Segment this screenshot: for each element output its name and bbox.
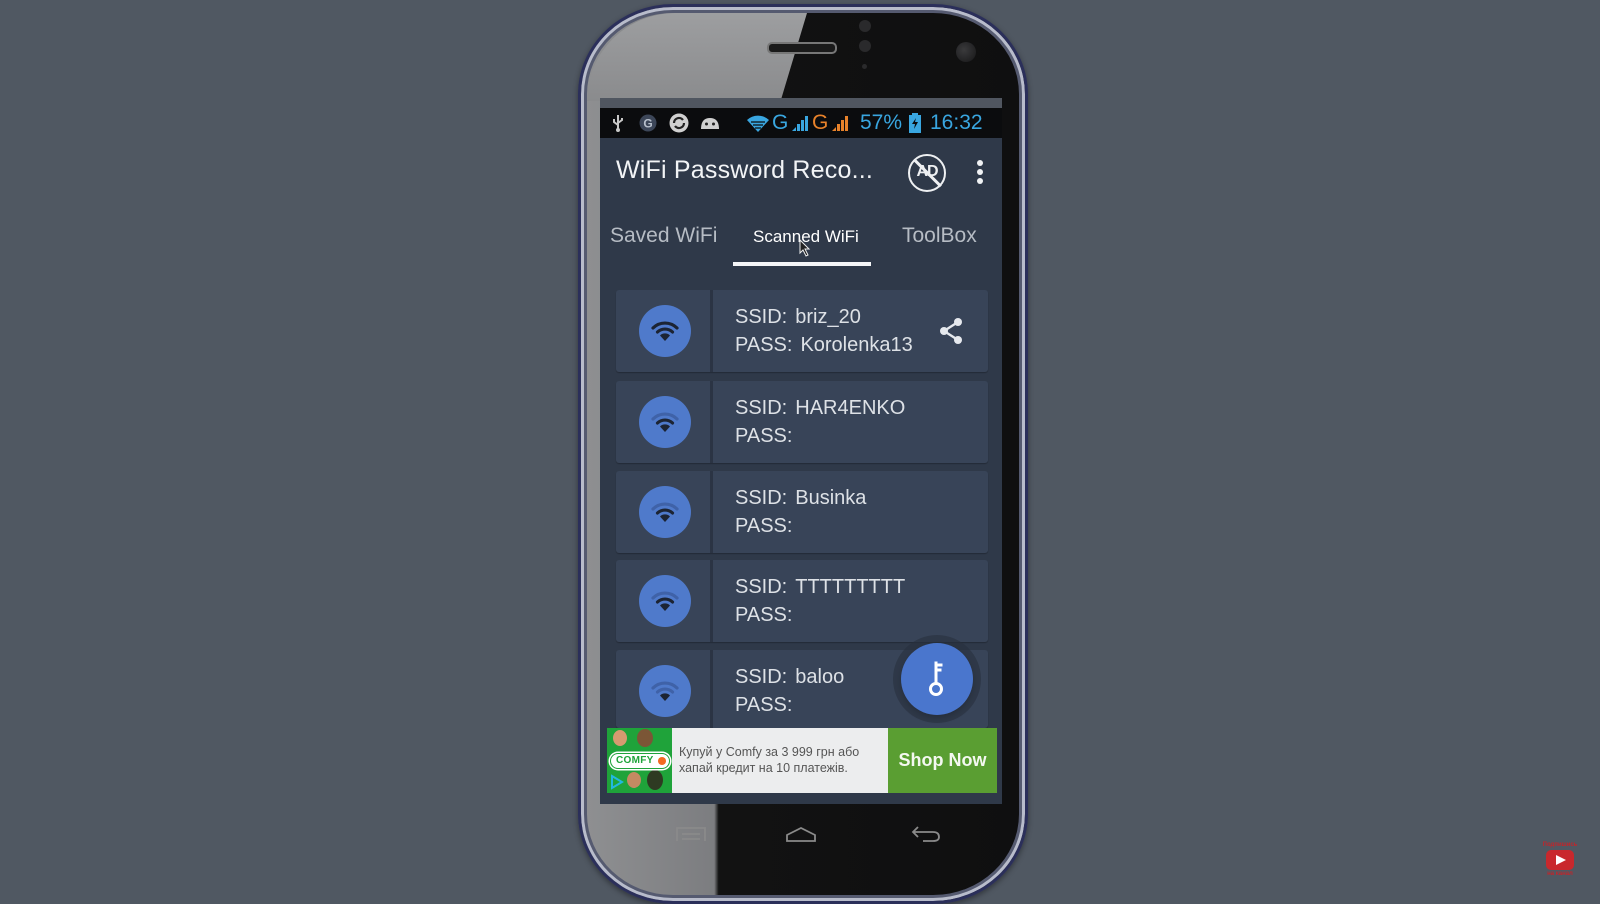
- wifi-signal-icon: [746, 108, 770, 138]
- ad-person-image: [627, 772, 641, 788]
- wifi-badge: [639, 486, 691, 538]
- more-vert-icon[interactable]: [976, 160, 984, 186]
- ssid-value: Businka: [795, 487, 867, 509]
- pass-label: PASS:: [735, 334, 793, 356]
- network-details: SSID: briz_20 PASS: Korolenka13: [735, 303, 913, 359]
- phone-speaker: [767, 42, 837, 54]
- usb-icon: [610, 108, 626, 138]
- remove-ads-button[interactable]: AD: [908, 154, 946, 192]
- network-card[interactable]: SSID: TTTTTTTTT PASS:: [616, 560, 988, 642]
- ad-banner[interactable]: COMFY Купуй у Comfy за 3 999 грн або хап…: [607, 728, 997, 793]
- ad-text-line: хапай кредит на 10 платежів.: [679, 761, 848, 775]
- svg-text:G: G: [643, 117, 652, 131]
- network-card[interactable]: SSID: briz_20 PASS: Korolenka13: [616, 290, 988, 372]
- play-store-icon: [611, 774, 624, 790]
- signal-strength-icon: [790, 108, 810, 138]
- wifi-badge: [639, 575, 691, 627]
- status-bar: G G G 57% 16:32: [600, 108, 1002, 138]
- network-details: SSID: Businka PASS:: [735, 484, 866, 540]
- share-icon[interactable]: [938, 317, 964, 345]
- phone-screen: G G G 57% 16:32 WiFi Password Reco... AD: [600, 98, 1002, 804]
- wifi-badge: [639, 305, 691, 357]
- active-tab-indicator: [733, 262, 871, 266]
- subscribe-label: Подпишись: [1542, 842, 1578, 848]
- ssid-value: HAR4ENKO: [795, 397, 906, 419]
- ssid-label: SSID:: [735, 487, 788, 509]
- android-icon: [698, 108, 722, 138]
- mouse-cursor-icon: [799, 239, 811, 257]
- ssid-label: SSID:: [735, 666, 788, 688]
- channel-label: на канал: [1547, 871, 1573, 877]
- network-card[interactable]: SSID: Businka PASS:: [616, 471, 988, 553]
- battery-percent: 57%: [860, 111, 903, 134]
- network-icon-column: [616, 471, 713, 553]
- phone-sensor: [862, 64, 867, 69]
- network-details: SSID: HAR4ENKO PASS:: [735, 394, 905, 450]
- wifi-badge: [639, 665, 691, 717]
- wifi-icon: [651, 502, 679, 522]
- wifi-icon: [651, 591, 679, 611]
- youtube-play-icon: [1546, 850, 1574, 870]
- ssid-value: TTTTTTTTT: [795, 576, 906, 598]
- ad-person-image: [647, 770, 663, 790]
- battery-charging-icon: [908, 108, 922, 138]
- network-icon-column: [616, 560, 713, 642]
- clock: 16:32: [930, 111, 983, 134]
- network-icon-column: [616, 381, 713, 463]
- youtube-subscribe-badge[interactable]: Подпишись на канал: [1537, 842, 1583, 884]
- back-icon[interactable]: [911, 826, 941, 842]
- network-details: SSID: TTTTTTTTT PASS:: [735, 573, 905, 629]
- comfy-logo: COMFY: [610, 753, 670, 769]
- nav-bar: [600, 804, 1002, 864]
- pass-label: PASS:: [735, 425, 793, 447]
- wifi-icon: [651, 412, 679, 432]
- pass-value: Korolenka13: [800, 334, 913, 356]
- phone-sensor: [859, 20, 871, 32]
- shop-now-button[interactable]: Shop Now: [888, 728, 997, 793]
- ad-text: Купуй у Comfy за 3 999 грн або хапай кре…: [679, 744, 889, 776]
- ssid-value: baloo: [795, 666, 845, 688]
- ssid-label: SSID:: [735, 306, 788, 328]
- network-icon-column: [616, 650, 713, 728]
- phone-glare: [587, 13, 807, 101]
- key-icon: [929, 661, 943, 696]
- app-container: WiFi Password Reco... AD Saved WiFi Scan…: [600, 138, 1002, 804]
- ssid-label: SSID:: [735, 576, 788, 598]
- g-app-icon: G: [638, 108, 658, 138]
- network-details: SSID: baloo PASS:: [735, 663, 844, 719]
- signal-strength-icon: [830, 108, 850, 138]
- wifi-icon: [651, 681, 679, 701]
- tab-saved-wifi[interactable]: Saved WiFi: [610, 224, 717, 248]
- phone-sensor: [859, 40, 871, 52]
- wifi-badge: [639, 396, 691, 448]
- network-type-2: G: [812, 111, 829, 134]
- recover-password-fab[interactable]: [901, 643, 973, 715]
- ssid-label: SSID:: [735, 397, 788, 419]
- tab-toolbox[interactable]: ToolBox: [902, 224, 977, 248]
- ad-person-image: [637, 729, 653, 747]
- ad-text-line: Купуй у Comfy за 3 999 грн або: [679, 745, 860, 759]
- ad-person-image: [613, 730, 627, 746]
- pass-label: PASS:: [735, 694, 793, 716]
- wifi-icon: [651, 321, 679, 341]
- home-icon[interactable]: [785, 826, 817, 842]
- app-title: WiFi Password Reco...: [616, 156, 874, 184]
- network-type-1: G: [772, 111, 789, 134]
- pass-label: PASS:: [735, 604, 793, 626]
- recent-apps-icon[interactable]: [676, 826, 706, 842]
- sync-icon: [668, 108, 690, 138]
- ssid-value: briz_20: [795, 306, 861, 328]
- network-icon-column: [616, 290, 713, 372]
- pass-label: PASS:: [735, 515, 793, 537]
- network-card[interactable]: SSID: HAR4ENKO PASS:: [616, 381, 988, 463]
- front-camera: [956, 42, 976, 62]
- ad-image[interactable]: COMFY: [607, 728, 672, 793]
